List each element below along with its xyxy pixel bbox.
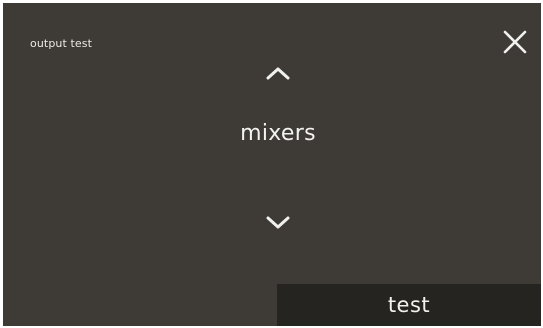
close-icon: [503, 30, 527, 54]
chevron-up-icon: [266, 67, 290, 80]
output-test-screen: output test mixers test: [3, 3, 541, 326]
screen-title: output test: [30, 37, 93, 50]
test-button-label: test: [387, 293, 431, 317]
next-option-button[interactable]: [258, 211, 298, 235]
close-button[interactable]: [500, 27, 530, 57]
selected-output-label: mixers: [240, 121, 316, 146]
previous-option-button[interactable]: [258, 61, 298, 85]
test-button[interactable]: test: [277, 284, 541, 326]
chevron-down-icon: [266, 216, 290, 229]
